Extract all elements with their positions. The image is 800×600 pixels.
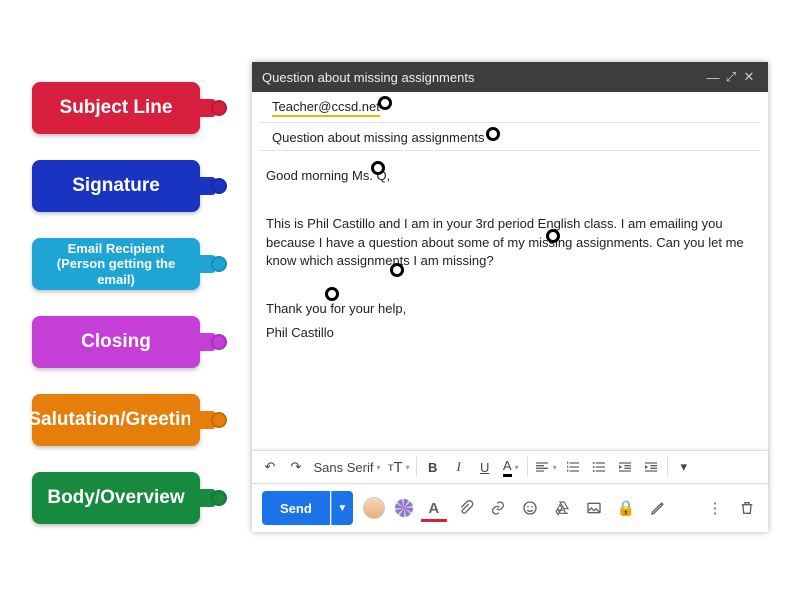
separator [667, 457, 668, 477]
compose-window: Question about missing assignments — ⤢ ✕… [252, 62, 768, 532]
font-size-button[interactable]: тT [388, 455, 410, 479]
indent-more-button[interactable] [641, 455, 661, 479]
confidential-mode-button[interactable]: 🔒 [615, 497, 637, 519]
drop-target-signature[interactable] [325, 287, 339, 301]
drop-target-subject[interactable] [486, 127, 500, 141]
link-icon [490, 500, 506, 516]
bulleted-list-icon [591, 459, 607, 475]
label-text: Body/Overview [47, 487, 184, 509]
label-closing[interactable]: Closing [32, 316, 200, 368]
align-button[interactable] [534, 455, 557, 479]
compose-titlebar: Question about missing assignments — ⤢ ✕ [252, 62, 768, 92]
send-bar: Send ▼ A 🔒 ⋮ [252, 484, 768, 532]
signature-text: Phil Castillo [266, 324, 754, 342]
body-text: This is Phil Castillo and I am in your 3… [266, 215, 754, 270]
drop-target-greeting[interactable] [371, 161, 385, 175]
expand-icon[interactable]: ⤢ [722, 69, 740, 85]
label-subject-line[interactable]: Subject Line [32, 82, 200, 134]
gear-icon[interactable] [395, 499, 413, 517]
bold-button[interactable]: B [423, 455, 443, 479]
insert-emoji-button[interactable] [519, 497, 541, 519]
redo-button[interactable]: ↷ [286, 455, 306, 479]
label-salutation[interactable]: Salutation/Greeting [32, 394, 200, 446]
greeting-text: Good morning Ms. Q, [266, 167, 754, 185]
pen-icon [650, 500, 666, 516]
bulleted-list-button[interactable] [589, 455, 609, 479]
formatting-toolbar: ↶ ↷ Sans Serif тT B I U A ▾ [252, 450, 768, 484]
insert-drive-button[interactable] [551, 497, 573, 519]
label-text: Closing [81, 331, 151, 353]
image-icon [586, 500, 602, 516]
subject-value: Question about missing assignments [272, 130, 484, 145]
label-dot[interactable] [211, 256, 227, 272]
text-color-button[interactable]: A [501, 455, 521, 479]
drive-icon [554, 500, 570, 516]
label-text: Subject Line [60, 97, 173, 119]
formatting-toggle-button[interactable]: A [423, 497, 445, 519]
insert-signature-button[interactable] [647, 497, 669, 519]
label-dot[interactable] [211, 334, 227, 350]
font-select[interactable]: Sans Serif [312, 455, 382, 479]
indent-less-button[interactable] [615, 455, 635, 479]
underline-button[interactable]: U [475, 455, 495, 479]
label-dot[interactable] [211, 412, 227, 428]
closing-text: Thank you for your help, [266, 300, 754, 318]
labels-column: Subject Line Signature Email Recipient (… [32, 82, 202, 550]
insert-link-button[interactable] [487, 497, 509, 519]
discard-draft-button[interactable] [736, 497, 758, 519]
label-text: Salutation/Greeting [28, 409, 203, 431]
send-options-button[interactable]: ▼ [331, 491, 353, 525]
align-left-icon [534, 459, 550, 475]
label-signature[interactable]: Signature [32, 160, 200, 212]
undo-button[interactable]: ↶ [260, 455, 280, 479]
more-formatting-button[interactable]: ▾ [674, 455, 694, 479]
more-options-button[interactable]: ⋮ [704, 497, 726, 519]
window-title: Question about missing assignments [262, 70, 704, 85]
drop-target-recipient[interactable] [378, 96, 392, 110]
subject-field[interactable]: Question about missing assignments [260, 123, 760, 151]
recipient-value: Teacher@ccsd.net [272, 99, 380, 117]
label-body-overview[interactable]: Body/Overview [32, 472, 200, 524]
attach-file-button[interactable] [455, 497, 477, 519]
insert-photo-button[interactable] [583, 497, 605, 519]
drop-target-body[interactable] [546, 229, 560, 243]
minimize-icon[interactable]: — [704, 70, 722, 85]
label-dot[interactable] [211, 490, 227, 506]
separator [527, 457, 528, 477]
numbered-list-icon [565, 459, 581, 475]
label-email-recipient[interactable]: Email Recipient (Person getting the emai… [32, 238, 200, 290]
compose-body[interactable]: Good morning Ms. Q, This is Phil Castill… [252, 151, 768, 450]
paperclip-icon [458, 500, 474, 516]
indent-more-icon [643, 459, 659, 475]
send-button[interactable]: Send [262, 491, 330, 525]
recipient-field[interactable]: Teacher@ccsd.net [260, 92, 760, 123]
separator [416, 457, 417, 477]
trash-icon [739, 500, 755, 516]
label-dot[interactable] [211, 178, 227, 194]
italic-button[interactable]: I [449, 455, 469, 479]
numbered-list-button[interactable] [563, 455, 583, 479]
label-text: Email Recipient (Person getting the emai… [42, 241, 190, 288]
label-dot[interactable] [211, 100, 227, 116]
indent-less-icon [617, 459, 633, 475]
label-text: Signature [72, 175, 160, 197]
close-icon[interactable]: ✕ [740, 69, 758, 85]
drop-target-closing[interactable] [390, 263, 404, 277]
avatar-icon[interactable] [363, 497, 385, 519]
smile-icon [522, 500, 538, 516]
